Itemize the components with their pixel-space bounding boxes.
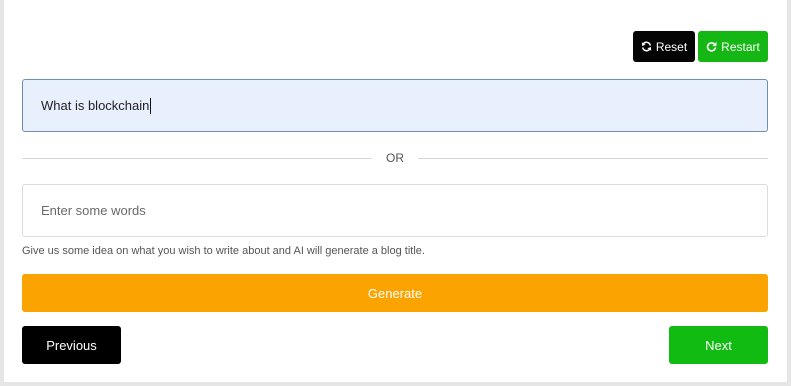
next-button[interactable]: Next: [669, 326, 768, 364]
blog-title-generator-card: Reset Restart What is blockchain OR Give…: [4, 0, 787, 382]
refresh-icon: [641, 41, 652, 52]
or-label: OR: [386, 151, 404, 165]
text-cursor: [150, 97, 152, 114]
divider-line-left: [22, 157, 372, 159]
restart-button[interactable]: Restart: [698, 31, 768, 62]
reset-label: Reset: [655, 39, 688, 54]
generate-button[interactable]: Generate: [22, 274, 768, 312]
words-input[interactable]: [22, 184, 768, 237]
helper-text: Give us some idea on what you wish to wr…: [22, 245, 425, 257]
or-divider: OR: [22, 150, 768, 166]
reset-button[interactable]: Reset: [633, 31, 695, 62]
restart-label: Restart: [721, 39, 760, 54]
divider-line-right: [418, 157, 768, 159]
previous-button[interactable]: Previous: [22, 326, 121, 364]
topic-input[interactable]: What is blockchain: [22, 79, 768, 132]
topic-input-value: What is blockchain: [41, 98, 150, 113]
redo-icon: [706, 41, 717, 52]
